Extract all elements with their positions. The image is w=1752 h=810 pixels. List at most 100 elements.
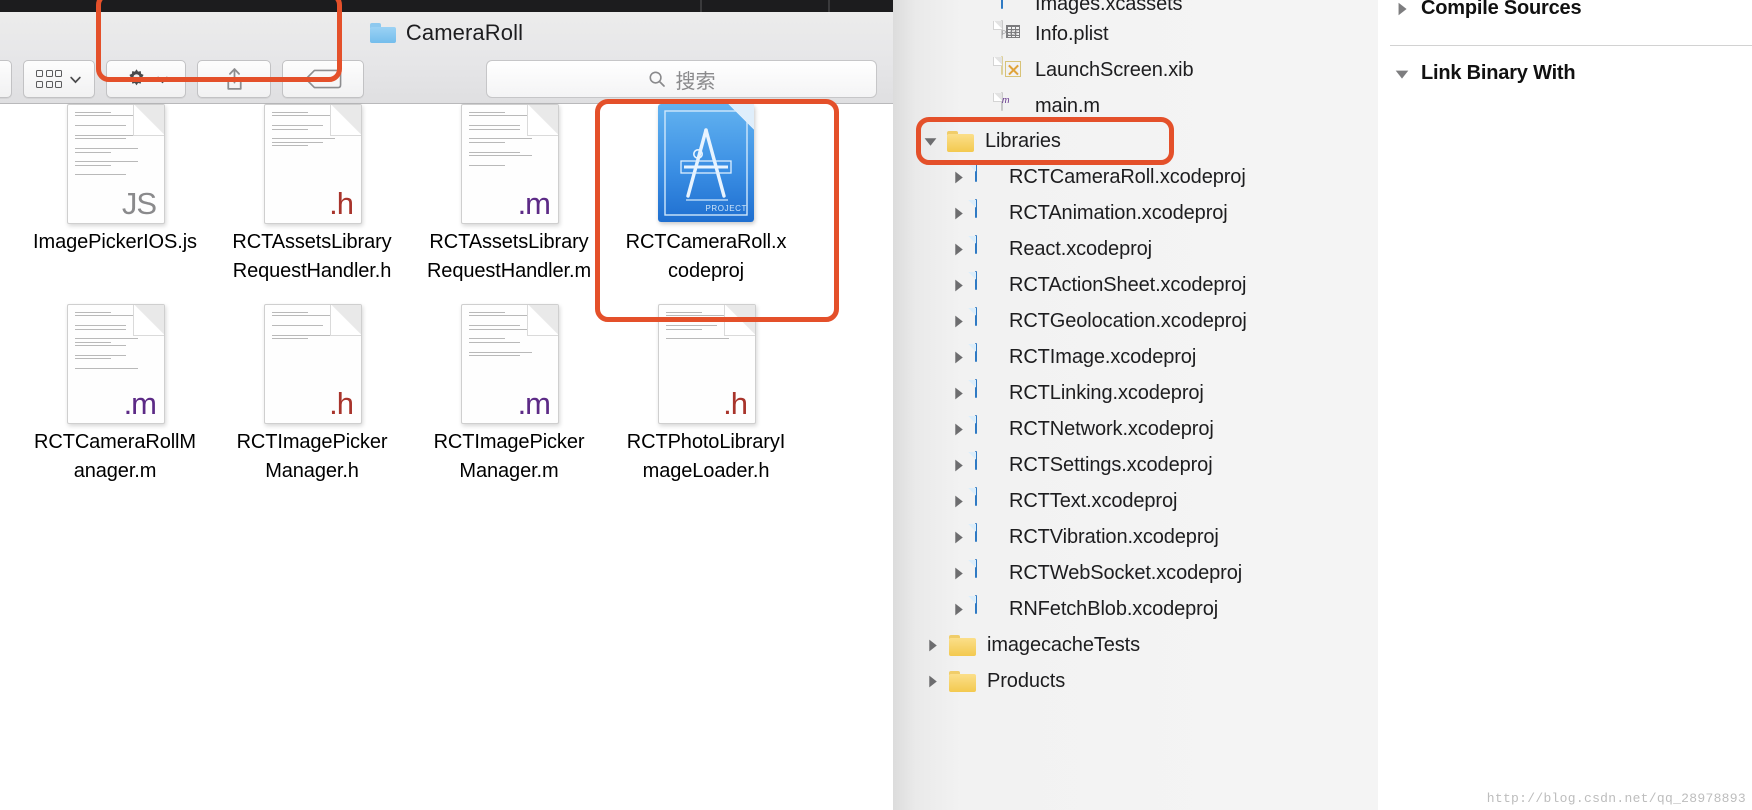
file-item[interactable]: .m RCTImagePicker Manager.m	[420, 304, 598, 486]
nav-item-label: RCTVibration.xcodeproj	[1009, 525, 1219, 548]
chevron-down-icon	[156, 76, 168, 83]
nav-item-label: Info.plist	[1035, 22, 1109, 45]
nav-item-rctvibration-xcodeproj[interactable]: RCTVibration.xcodeproj	[951, 519, 1219, 555]
xcodeproj-icon	[968, 558, 998, 587]
window-top-dark-bar	[0, 0, 893, 12]
disclosure-triangle-right-icon[interactable]	[951, 278, 966, 293]
nav-item-products[interactable]: Products	[925, 663, 1065, 699]
disclosure-triangle-right-icon[interactable]	[951, 386, 966, 401]
nav-item-label: RCTCameraRoll.xcodeproj	[1009, 165, 1246, 188]
finder-window: CameraRoll 搜索 JS ImagePickerIOS.js .h RC…	[0, 0, 893, 720]
chevron-down-icon	[70, 76, 81, 83]
nav-item-rctanimation-xcodeproj[interactable]: RCTAnimation.xcodeproj	[951, 195, 1228, 231]
file-item[interactable]: .m RCTAssetsLibrary RequestHandler.m	[420, 104, 598, 286]
column-view-button[interactable]	[0, 60, 12, 98]
action-menu-button[interactable]	[106, 60, 186, 98]
column-view-icon	[0, 69, 3, 89]
header-file-icon: .h	[658, 304, 756, 424]
nav-item-rcttext-xcodeproj[interactable]: RCTText.xcodeproj	[951, 483, 1177, 519]
file-item[interactable]: .m RCTCameraRollM anager.m	[26, 304, 204, 486]
nav-item-info-plist[interactable]: PLIST Info.plist	[977, 16, 1109, 52]
nav-item-rctsettings-xcodeproj[interactable]: RCTSettings.xcodeproj	[951, 447, 1213, 483]
nav-item-label: RCTNetwork.xcodeproj	[1009, 417, 1214, 440]
finder-title-label: CameraRoll	[405, 20, 524, 45]
finder-toolbar: CameraRoll 搜索	[0, 12, 893, 104]
disclosure-triangle-down-icon[interactable]	[1394, 66, 1410, 82]
disclosure-triangle-right-icon[interactable]	[951, 170, 966, 185]
file-item[interactable]: .h RCTImagePicker Manager.h	[223, 304, 401, 486]
file-label: RCTCameraRollM anager.m	[34, 431, 196, 482]
file-ext-label: .m	[517, 186, 551, 221]
disclosure-triangle-down-icon[interactable]	[923, 134, 938, 149]
dark-bar-seam	[828, 0, 830, 12]
disclosure-triangle-right-icon[interactable]	[951, 602, 966, 617]
nav-item-rctimage-xcodeproj[interactable]: RCTImage.xcodeproj	[951, 339, 1196, 375]
project-badge: PROJECT	[705, 204, 747, 213]
disclosure-triangle-right-icon[interactable]	[951, 494, 966, 509]
nav-item-label: Libraries	[985, 129, 1061, 152]
plist-icon: PLIST	[993, 19, 1024, 48]
disclosure-triangle-right-icon[interactable]	[951, 206, 966, 221]
tag-icon	[305, 69, 342, 89]
disclosure-triangle-right-icon[interactable]	[951, 458, 966, 473]
tags-button[interactable]	[282, 60, 364, 98]
xcode-project-navigator: Images.xcassets PLIST Info.plist LaunchS…	[893, 0, 1275, 810]
share-button[interactable]	[197, 60, 271, 98]
xcode-navigator-right-gutter	[1274, 0, 1379, 810]
implementation-file-icon: .m	[461, 304, 559, 424]
nav-item-label: Products	[987, 669, 1066, 692]
build-phase-label: Link Binary With	[1421, 62, 1576, 84]
nav-item-label: imagecacheTests	[987, 633, 1141, 656]
folder-icon	[947, 130, 974, 152]
xcodeproj-icon	[968, 450, 998, 479]
disclosure-triangle-right-icon[interactable]	[951, 422, 966, 437]
nav-item-react-xcodeproj[interactable]: React.xcodeproj	[951, 231, 1152, 267]
file-label: ImagePickerIOS.js	[33, 231, 197, 253]
file-item[interactable]: .h RCTPhotoLibraryI mageLoader.h	[617, 304, 795, 486]
search-field[interactable]: 搜索	[486, 60, 877, 98]
nav-item-rctactionsheet-xcodeproj[interactable]: RCTActionSheet.xcodeproj	[951, 267, 1246, 303]
disclosure-triangle-right-icon[interactable]	[951, 530, 966, 545]
disclosure-triangle-right-icon[interactable]	[925, 674, 940, 689]
nav-item-rctnetwork-xcodeproj[interactable]: RCTNetwork.xcodeproj	[951, 411, 1214, 447]
header-file-icon: .h	[264, 304, 362, 424]
xcodeproj-icon	[968, 162, 998, 191]
build-phase-link-binary[interactable]: Link Binary With	[1394, 62, 1576, 85]
xcodeproj-icon	[968, 342, 998, 371]
file-label: RCTAssetsLibrary RequestHandler.m	[426, 231, 592, 282]
xcassets-icon	[1001, 0, 1024, 18]
file-item[interactable]: .h RCTAssetsLibrary RequestHandler.h	[223, 104, 401, 286]
implementation-file-icon: .m	[67, 304, 165, 424]
file-item-selected[interactable]: PROJECT RCTCameraRoll.x codeproj	[617, 104, 795, 286]
disclosure-triangle-right-icon[interactable]	[951, 566, 966, 581]
nav-item-rctwebsocket-xcodeproj[interactable]: RCTWebSocket.xcodeproj	[951, 555, 1242, 591]
nav-item-libraries[interactable]: Libraries	[923, 123, 1061, 159]
finder-window-title: CameraRoll	[0, 16, 893, 50]
disclosure-triangle-right-icon[interactable]	[951, 314, 966, 329]
nav-item-rctgeolocation-xcodeproj[interactable]: RCTGeolocation.xcodeproj	[951, 303, 1247, 339]
nav-item-launchscreen-xib[interactable]: LaunchScreen.xib	[977, 52, 1194, 88]
nav-item-imagecachetests[interactable]: imagecacheTests	[925, 627, 1140, 663]
disclosure-triangle-right-icon[interactable]	[951, 242, 966, 257]
xcodeproj-icon	[968, 414, 998, 443]
search-icon	[648, 71, 665, 87]
xcodeproj-icon	[968, 486, 998, 515]
grid-view-icon	[36, 70, 62, 88]
nav-item-label: RCTImage.xcodeproj	[1009, 345, 1197, 368]
nav-item-rctcameraroll-xcodeproj[interactable]: RCTCameraRoll.xcodeproj	[951, 159, 1246, 195]
disclosure-triangle-right-icon[interactable]	[925, 638, 940, 653]
objc-m-icon: m	[993, 91, 1024, 120]
file-ext-label: .m	[517, 386, 551, 421]
disclosure-triangle-right-icon[interactable]	[1394, 1, 1410, 17]
nav-item-rctlinking-xcodeproj[interactable]: RCTLinking.xcodeproj	[951, 375, 1204, 411]
xcodeproj-icon	[968, 198, 998, 227]
nav-item-main-m[interactable]: m main.m	[977, 88, 1100, 124]
disclosure-triangle-right-icon[interactable]	[951, 350, 966, 365]
file-ext-label: .h	[329, 386, 354, 421]
xcodeproj-file-icon: PROJECT	[658, 104, 754, 222]
build-phase-compile-sources[interactable]: Compile Sources	[1394, 0, 1582, 20]
icon-view-button[interactable]	[23, 60, 95, 98]
nav-item-rnfetchblob-xcodeproj[interactable]: RNFetchBlob.xcodeproj	[951, 591, 1218, 627]
file-item[interactable]: JS ImagePickerIOS.js	[26, 104, 204, 257]
xcodeproj-icon	[968, 234, 998, 263]
